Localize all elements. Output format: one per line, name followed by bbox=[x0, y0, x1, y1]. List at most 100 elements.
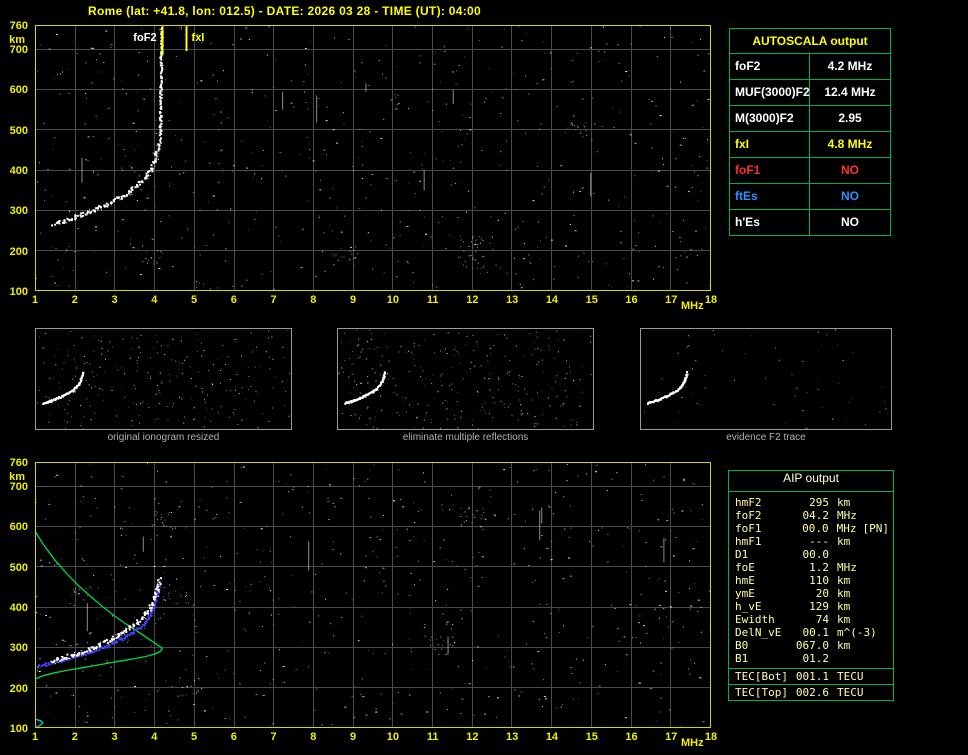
aip-label: ymE bbox=[735, 587, 755, 600]
autoscala-row-label: foF2 bbox=[730, 54, 810, 79]
thumbnail-eliminate-reflections bbox=[337, 328, 594, 430]
aip-row-B1: B1 01.2 bbox=[729, 652, 893, 665]
y-axis-tick: 760 bbox=[9, 20, 28, 32]
x-axis-tick: 13 bbox=[506, 294, 519, 306]
autoscala-screen: Rome (lat: +41.8, lon: 012.5) - DATE: 20… bbox=[0, 0, 968, 755]
aip-tec-unit: TECU bbox=[837, 670, 864, 683]
x-axis-tick: 12 bbox=[466, 731, 479, 743]
x-axis-tick: 5 bbox=[190, 731, 198, 743]
aip-row-foE: foE 1.2 MHz bbox=[729, 561, 893, 574]
aip-value: 01.2 bbox=[802, 652, 830, 665]
aip-tec-label: TEC[Top] bbox=[735, 686, 788, 699]
y-axis-tick: 300 bbox=[9, 642, 28, 655]
aip-row-Ewidth: Ewidth 74 km bbox=[729, 613, 893, 626]
y-axis-tick: 100 bbox=[9, 723, 28, 735]
autoscala-row-label: h'Es bbox=[730, 210, 810, 235]
aip-row-DelN_vE: DelN_vE 00.1 m^(-3) bbox=[729, 626, 893, 639]
aip-extra bbox=[863, 652, 893, 665]
aip-extra bbox=[863, 600, 893, 613]
aip-label: Ewidth bbox=[735, 613, 775, 626]
autoscala-row-value: 4.8 MHz bbox=[827, 137, 873, 151]
aip-unit: km bbox=[837, 587, 851, 600]
aip-extra bbox=[863, 561, 893, 574]
aip-extra bbox=[863, 626, 893, 639]
aip-value: 295 bbox=[809, 496, 829, 509]
autoscala-row-ftEs: ftEs NO bbox=[730, 184, 890, 210]
y-axis-tick: 400 bbox=[9, 165, 28, 178]
x-axis-tick: 4 bbox=[151, 294, 158, 306]
x-axis-tick: 17 bbox=[665, 731, 678, 743]
aip-tec-row-TEC[Bot]: TEC[Bot] 001.1 TECU bbox=[729, 668, 893, 684]
top-ionogram-x-axis: 1 2 3 4 5 6 7 8 9 10 11 12 13 14 15 16 17 18 MHz bbox=[32, 294, 727, 312]
x-axis-tick: 10 bbox=[386, 731, 399, 743]
x-axis-tick: 14 bbox=[545, 294, 559, 306]
aip-unit: m^(-3) bbox=[837, 626, 877, 639]
aip-row-hmF2: hmF2 295 km bbox=[729, 496, 893, 509]
x-axis-tick: 12 bbox=[466, 294, 479, 306]
x-axis-tick: 18 bbox=[704, 294, 718, 306]
x-axis-tick: 9 bbox=[350, 731, 357, 743]
aip-tec-label: TEC[Bot] bbox=[735, 670, 788, 683]
aip-unit: km bbox=[837, 600, 851, 613]
x-axis-tick: 17 bbox=[665, 294, 678, 306]
aip-value: --- bbox=[809, 535, 829, 548]
aip-extra bbox=[863, 535, 893, 548]
aip-label: D1 bbox=[735, 548, 749, 561]
x-axis-tick: 18 bbox=[704, 731, 718, 743]
aip-unit: km bbox=[837, 535, 851, 548]
x-axis-tick: 16 bbox=[625, 731, 638, 743]
aip-unit: MHz bbox=[837, 509, 857, 522]
aip-table-rows: hmF2 295 km foF2 04.2 MHz foF1 00.0 MHz [PN] hmF1 -… bbox=[729, 492, 893, 668]
aip-row-D1: D1 00.0 bbox=[729, 548, 893, 561]
x-axis-tick: 16 bbox=[625, 294, 638, 306]
autoscala-row-foF2: foF2 4.2 MHz bbox=[730, 54, 890, 80]
autoscala-row-label: ftEs bbox=[730, 184, 810, 209]
autoscala-table-title: AUTOSCALA output bbox=[730, 29, 890, 54]
aip-unit: km bbox=[837, 496, 851, 509]
aip-label: hmF1 bbox=[735, 535, 762, 548]
aip-extra bbox=[863, 613, 893, 626]
thumbnail-original-ionogram bbox=[35, 328, 292, 430]
autoscala-row-M(3000)F2: M(3000)F2 2.95 bbox=[730, 106, 890, 132]
aip-value: 067.0 bbox=[795, 639, 829, 652]
autoscala-row-label: MUF(3000)F2 bbox=[730, 80, 810, 105]
y-axis-tick: 760 bbox=[9, 457, 28, 469]
aip-value: 00.1 bbox=[802, 626, 830, 639]
aip-label: B0 bbox=[735, 639, 749, 652]
autoscala-row-MUF(3000)F2: MUF(3000)F2 12.4 MHz bbox=[730, 80, 890, 106]
aip-unit: km bbox=[837, 613, 851, 626]
thumbnail-evidence-f2-trace bbox=[640, 328, 892, 430]
aip-row-hmE: hmE 110 km bbox=[729, 574, 893, 587]
autoscala-row-value: 12.4 MHz bbox=[824, 85, 876, 99]
x-axis-tick: 9 bbox=[350, 294, 357, 306]
x-axis-tick: 5 bbox=[190, 294, 198, 306]
x-axis-tick: 2 bbox=[71, 294, 78, 306]
top-ionogram bbox=[35, 25, 711, 291]
aip-extra bbox=[863, 574, 893, 587]
x-axis-tick: 15 bbox=[585, 294, 598, 306]
aip-row-foF1: foF1 00.0 MHz [PN] bbox=[729, 522, 893, 535]
aip-tec-value: 001.1 bbox=[795, 670, 829, 683]
y-axis-tick: 100 bbox=[9, 286, 28, 298]
autoscala-row-fxI: fxI 4.8 MHz bbox=[730, 132, 890, 158]
aip-label: h_vE bbox=[735, 600, 762, 613]
x-axis-tick: 7 bbox=[270, 731, 277, 743]
aip-value: 04.2 bbox=[802, 509, 830, 522]
y-axis-tick: 500 bbox=[9, 124, 28, 137]
autoscala-row-h'Es: h'Es NO bbox=[730, 210, 890, 235]
x-axis-tick: 3 bbox=[111, 731, 118, 743]
y-axis-tick: 500 bbox=[9, 561, 28, 574]
x-axis-tick: 8 bbox=[310, 294, 317, 306]
y-axis-unit: km bbox=[9, 471, 25, 483]
aip-value: 129 bbox=[809, 600, 829, 613]
x-axis-tick: 8 bbox=[310, 731, 317, 743]
aip-extra: [PN] bbox=[862, 522, 890, 535]
top-ionogram-y-axis: 760 700 600 500 400 300 200 100 km bbox=[0, 20, 31, 310]
autoscala-row-label: fxI bbox=[730, 132, 810, 157]
aip-label: B1 bbox=[735, 652, 749, 665]
x-axis-tick: 1 bbox=[31, 731, 39, 743]
aip-extra bbox=[863, 639, 893, 652]
aip-row-hmF1: hmF1 --- km bbox=[729, 535, 893, 548]
aip-row-B0: B0 067.0 km bbox=[729, 639, 893, 652]
aip-unit: km bbox=[837, 574, 851, 587]
